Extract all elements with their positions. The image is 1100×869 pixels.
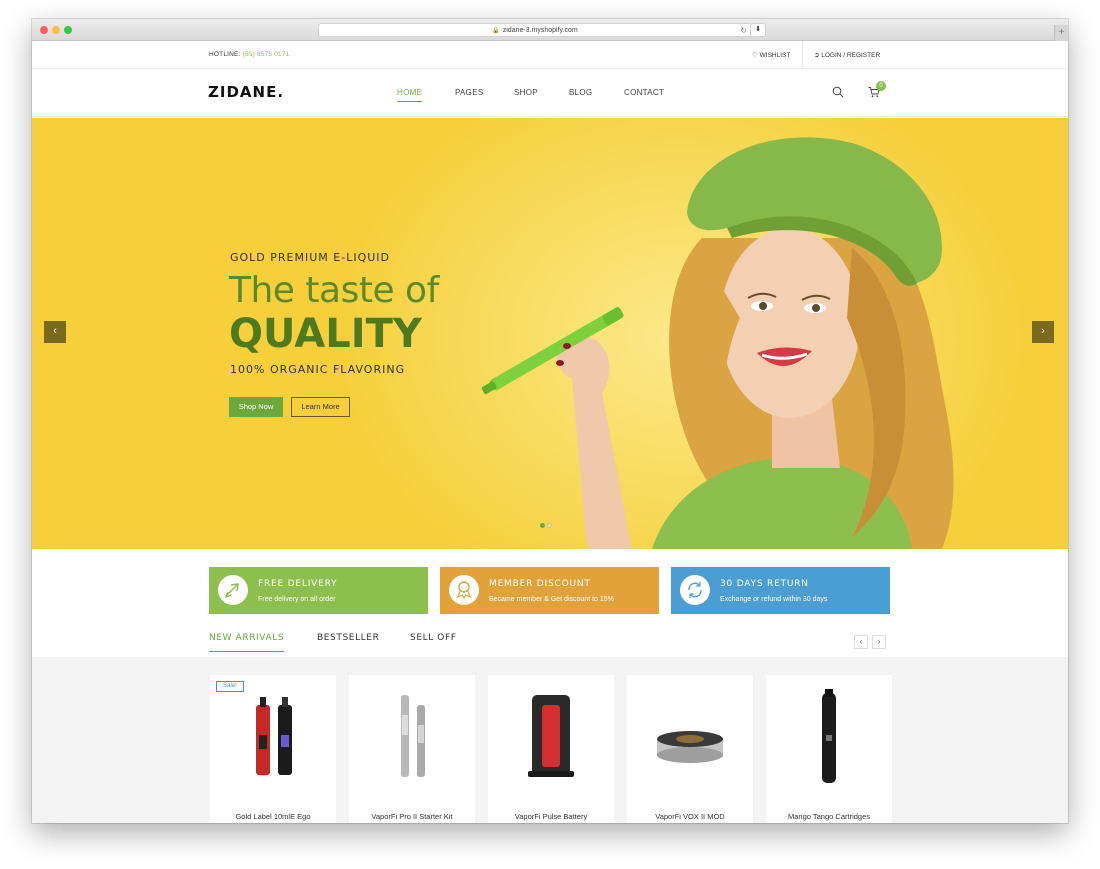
hero-subtitle: GOLD PREMIUM E-LIQUID [230, 251, 390, 264]
feature-free-delivery: FREE DELIVERY Free delivery on all order [209, 567, 428, 614]
product-image [401, 695, 425, 777]
new-tab-button[interactable]: + [1054, 25, 1068, 41]
product-image [657, 731, 723, 763]
chevron-right-icon: › [1041, 325, 1045, 337]
hero-title: The taste of [229, 270, 439, 311]
feature-member-discount: MEMBER DISCOUNT Became member & Get disc… [440, 567, 659, 614]
divider [802, 41, 803, 69]
slide-dot[interactable] [547, 523, 552, 528]
product-card[interactable]: Sale! Gold Label 10mlE Ego [210, 675, 336, 823]
chevron-left-icon: ‹ [859, 637, 863, 646]
login-register-link[interactable]: ➲ LOGIN / REGISTER [814, 51, 880, 59]
wishlist-link[interactable]: ♡ WISHLIST [752, 51, 790, 59]
feature-title: FREE DELIVERY [258, 579, 338, 589]
nav-contact[interactable]: CONTACT [624, 88, 664, 97]
feature-title: MEMBER DISCOUNT [489, 579, 591, 589]
top-bar: HOTLINE: (65) 8575 0171 ♡ WISHLIST ➲ LOG… [32, 41, 1068, 69]
nav-blog[interactable]: BLOG [569, 88, 592, 97]
product-name[interactable]: VaporFi VOX II MOD [627, 812, 753, 821]
close-window-button[interactable] [40, 26, 48, 34]
product-card[interactable]: Mango Tango Cartridges [766, 675, 892, 823]
hotline-label: HOTLINE: [209, 51, 241, 58]
minimize-window-button[interactable] [52, 26, 60, 34]
product-image [528, 695, 574, 777]
product-card[interactable]: VaporFi Pro II Starter Kit [349, 675, 475, 823]
heart-icon: ♡ [752, 52, 758, 59]
products-prev-button[interactable]: ‹ [854, 635, 868, 649]
wishlist-label: WISHLIST [759, 52, 791, 59]
address-bar[interactable]: 🔒 zidane-3.myshopify.com ↻ [318, 23, 752, 37]
tab-new-arrivals[interactable]: NEW ARRIVALS [209, 633, 285, 652]
hotline: HOTLINE: (65) 8575 0171 [209, 51, 290, 58]
slider-prev-button[interactable]: ‹ [44, 321, 66, 343]
airplane-icon [218, 575, 248, 605]
feature-30-days-return: 30 DAYS RETURN Exchange or refund within… [671, 567, 890, 614]
feature-desc: Exchange or refund within 30 days [720, 596, 828, 603]
hero-slider: GOLD PREMIUM E-LIQUID The taste of QUALI… [32, 118, 1068, 549]
login-icon: ➲ [814, 52, 820, 59]
learn-more-button[interactable]: Learn More [291, 397, 350, 417]
site-logo[interactable]: ZIDANE. [208, 83, 284, 101]
nav-shop[interactable]: SHOP [514, 88, 538, 97]
hotline-number[interactable]: (65) 8575 0171 [243, 51, 290, 58]
product-name[interactable]: VaporFi Pulse Battery [488, 812, 614, 821]
sale-badge: Sale! [216, 681, 244, 692]
product-card[interactable]: VaporFi Pulse Battery [488, 675, 614, 823]
feature-desc: Became member & Get discount to 15% [489, 596, 614, 603]
product-image [256, 697, 292, 775]
product-card[interactable]: VaporFi VOX II MOD [627, 675, 753, 823]
search-icon[interactable] [832, 86, 844, 98]
feature-desc: Free delivery on all order [258, 596, 336, 603]
login-label: LOGIN / REGISTER [821, 52, 881, 59]
hero-tagline: 100% ORGANIC FLAVORING [230, 363, 406, 376]
chevron-left-icon: ‹ [53, 325, 57, 337]
slide-dot-active[interactable] [540, 523, 545, 528]
slider-next-button[interactable]: › [1032, 321, 1054, 343]
cart-count-badge: 0 [876, 81, 886, 91]
site-header: ZIDANE. HOME PAGES SHOP BLOG CONTACT 0 [32, 69, 1068, 117]
maximize-window-button[interactable] [64, 26, 72, 34]
tab-sell-off[interactable]: SELL OFF [410, 633, 457, 643]
shop-now-button[interactable]: Shop Now [229, 397, 283, 417]
feature-title: 30 DAYS RETURN [720, 579, 809, 589]
browser-window: 🔒 zidane-3.myshopify.com ↻ ⬇ + HOTLINE: (… [32, 19, 1068, 823]
product-name[interactable]: VaporFi Pro II Starter Kit [349, 812, 475, 821]
slider-pagination [540, 515, 554, 533]
reload-icon[interactable]: ↻ [740, 24, 747, 37]
tab-bestseller[interactable]: BESTSELLER [317, 633, 379, 643]
nav-pages[interactable]: PAGES [455, 88, 483, 97]
hero-title-emphasis: QUALITY [229, 311, 422, 357]
chevron-right-icon: › [877, 637, 881, 646]
url-text: zidane-3.myshopify.com [502, 27, 578, 34]
product-name[interactable]: Gold Label 10mlE Ego [210, 812, 336, 821]
product-image [822, 689, 836, 783]
lock-icon: 🔒 [492, 28, 500, 34]
browser-toolbar: 🔒 zidane-3.myshopify.com ↻ ⬇ + [32, 19, 1068, 41]
product-name[interactable]: Mango Tango Cartridges [766, 812, 892, 821]
download-icon[interactable]: ⬇ [750, 23, 766, 37]
nav-home[interactable]: HOME [397, 88, 423, 102]
hero-model-image [481, 137, 954, 549]
badge-icon [449, 575, 479, 605]
products-next-button[interactable]: › [872, 635, 886, 649]
refresh-icon [680, 575, 710, 605]
